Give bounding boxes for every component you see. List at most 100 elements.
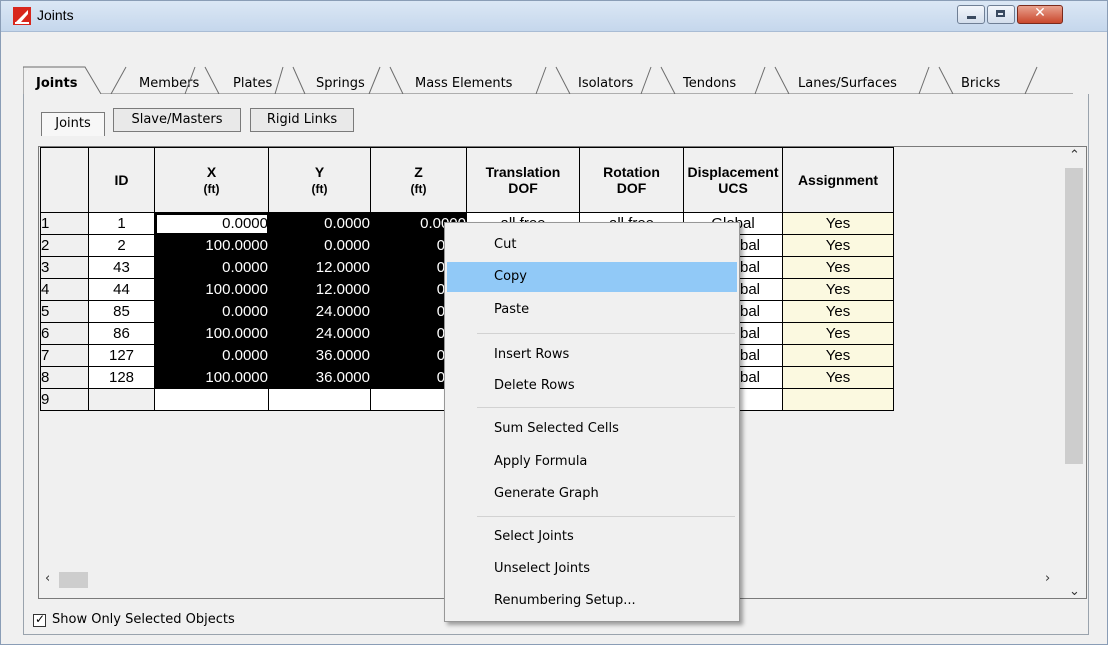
minimize-button[interactable] — [957, 5, 985, 24]
scroll-down-icon[interactable]: ⌄ — [1069, 584, 1080, 599]
col-disp-label: Displacement — [687, 164, 779, 180]
col-header-displacement-ucs[interactable]: Displacement UCS — [683, 147, 783, 213]
header-row: ID X (ft) Y (ft) Z (ft) Translation DOF Rota… — [40, 147, 894, 213]
maximize-button[interactable] — [987, 5, 1015, 24]
row-number[interactable]: 3 — [40, 256, 89, 279]
cell-id[interactable]: 2 — [88, 234, 155, 257]
menu-separator — [477, 407, 735, 408]
row-number[interactable]: 8 — [40, 366, 89, 389]
row-number[interactable]: 9 — [40, 388, 89, 411]
title-bar[interactable]: Joints ✕ — [1, 1, 1107, 32]
subtab-slave-masters[interactable]: Slave/Masters — [113, 108, 241, 132]
cell-id[interactable]: 85 — [88, 300, 155, 323]
col-z-label: Z — [414, 163, 423, 180]
menu-item-apply-formula[interactable]: Apply Formula — [447, 447, 737, 477]
cell-id[interactable]: 127 — [88, 344, 155, 367]
menu-item-insert-rows[interactable]: Insert Rows — [447, 340, 737, 370]
corner-cell[interactable] — [40, 147, 89, 213]
close-button[interactable]: ✕ — [1017, 5, 1063, 24]
cell-id[interactable]: 86 — [88, 322, 155, 345]
cell-id[interactable] — [88, 388, 155, 411]
show-selected-checkbox[interactable]: ✓ — [33, 612, 46, 627]
menu-separator — [477, 516, 735, 517]
col-tdof-label-2: DOF — [508, 180, 538, 196]
cell-x[interactable]: 0.0000 — [154, 344, 269, 367]
cell-x[interactable] — [154, 388, 269, 411]
cell-x[interactable]: 0.0000 — [154, 300, 269, 323]
row-number[interactable]: 6 — [40, 322, 89, 345]
cell-assignment[interactable]: Yes — [782, 256, 894, 279]
row-number[interactable]: 1 — [40, 212, 89, 235]
cell-y[interactable]: 36.0000 — [268, 366, 371, 389]
window-title: Joints — [37, 7, 74, 23]
col-header-translation-dof[interactable]: Translation DOF — [466, 147, 580, 213]
subtab-rigid-links[interactable]: Rigid Links — [250, 108, 354, 132]
cell-y[interactable] — [268, 388, 371, 411]
col-assign-label: Assignment — [797, 172, 879, 188]
col-x-unit: (ft) — [203, 181, 220, 196]
cell-y[interactable]: 24.0000 — [268, 322, 371, 345]
cell-id[interactable]: 1 — [88, 212, 155, 235]
col-x-label: X — [206, 163, 217, 180]
row-number[interactable]: 2 — [40, 234, 89, 257]
cell-y[interactable]: 0.0000 — [268, 234, 371, 257]
menu-item-unselect-joints[interactable]: Unselect Joints — [447, 554, 737, 584]
menu-item-copy[interactable]: Copy — [447, 262, 737, 292]
scroll-up-icon[interactable]: ⌃ — [1069, 148, 1080, 163]
cell-y[interactable]: 12.0000 — [268, 278, 371, 301]
cell-assignment[interactable] — [782, 388, 894, 411]
cell-assignment[interactable]: Yes — [782, 300, 894, 323]
cell-y[interactable]: 36.0000 — [268, 344, 371, 367]
cell-id[interactable]: 44 — [88, 278, 155, 301]
horizontal-scroll-thumb[interactable] — [59, 572, 88, 588]
col-header-id[interactable]: ID — [88, 147, 155, 213]
vertical-scroll-thumb[interactable] — [1065, 168, 1083, 464]
cell-assignment[interactable]: Yes — [782, 234, 894, 257]
menu-item-paste[interactable]: Paste — [447, 295, 737, 325]
scroll-left-icon[interactable]: ‹ — [45, 571, 50, 586]
cell-x[interactable]: 100.0000 — [154, 278, 269, 301]
menu-item-renumbering-setup[interactable]: Renumbering Setup... — [447, 586, 737, 616]
col-tdof-label: Translation — [485, 164, 561, 180]
show-selected-label[interactable]: Show Only Selected Objects — [52, 612, 235, 627]
context-menu: Cut Copy Paste Insert Rows Delete Rows S… — [444, 222, 740, 622]
col-header-x[interactable]: X (ft) — [154, 147, 269, 213]
cell-x[interactable]: 100.0000 — [154, 234, 269, 257]
cell-assignment[interactable]: Yes — [782, 366, 894, 389]
col-header-rotation-dof[interactable]: Rotation DOF — [579, 147, 684, 213]
checkmark-icon: ✓ — [35, 612, 46, 626]
cell-id[interactable]: 128 — [88, 366, 155, 389]
col-header-z[interactable]: Z (ft) — [370, 147, 467, 213]
menu-separator — [477, 333, 735, 334]
cell-y[interactable]: 0.0000 — [268, 212, 371, 235]
col-rdof-label-2: DOF — [616, 180, 647, 196]
row-number[interactable]: 7 — [40, 344, 89, 367]
menu-item-delete-rows[interactable]: Delete Rows — [447, 371, 737, 401]
menu-item-select-joints[interactable]: Select Joints — [447, 522, 737, 552]
col-id-label: ID — [114, 172, 129, 188]
cell-assignment[interactable]: Yes — [782, 212, 894, 235]
minimize-icon — [967, 16, 976, 19]
col-header-y[interactable]: Y (ft) — [268, 147, 371, 213]
close-icon: ✕ — [1034, 5, 1046, 21]
row-number[interactable]: 5 — [40, 300, 89, 323]
cell-x[interactable]: 100.0000 — [154, 322, 269, 345]
cell-assignment[interactable]: Yes — [782, 322, 894, 345]
subtab-joints[interactable]: Joints — [41, 112, 105, 136]
cell-y[interactable]: 24.0000 — [268, 300, 371, 323]
tab-separators — [23, 66, 1073, 95]
vertical-scrollbar[interactable]: ⌃ ⌄ — [1063, 148, 1085, 599]
cell-assignment[interactable]: Yes — [782, 344, 894, 367]
cell-y[interactable]: 12.0000 — [268, 256, 371, 279]
cell-x[interactable]: 0.0000 — [154, 256, 269, 279]
menu-item-cut[interactable]: Cut — [447, 230, 737, 260]
cell-id[interactable]: 43 — [88, 256, 155, 279]
scroll-right-icon[interactable]: › — [1045, 571, 1050, 586]
menu-item-sum-selected-cells[interactable]: Sum Selected Cells — [447, 414, 737, 444]
col-header-assignment[interactable]: Assignment — [782, 147, 894, 213]
menu-item-generate-graph[interactable]: Generate Graph — [447, 479, 737, 509]
cell-assignment[interactable]: Yes — [782, 278, 894, 301]
cell-x[interactable]: 0.0000 — [154, 212, 269, 235]
cell-x[interactable]: 100.0000 — [154, 366, 269, 389]
row-number[interactable]: 4 — [40, 278, 89, 301]
